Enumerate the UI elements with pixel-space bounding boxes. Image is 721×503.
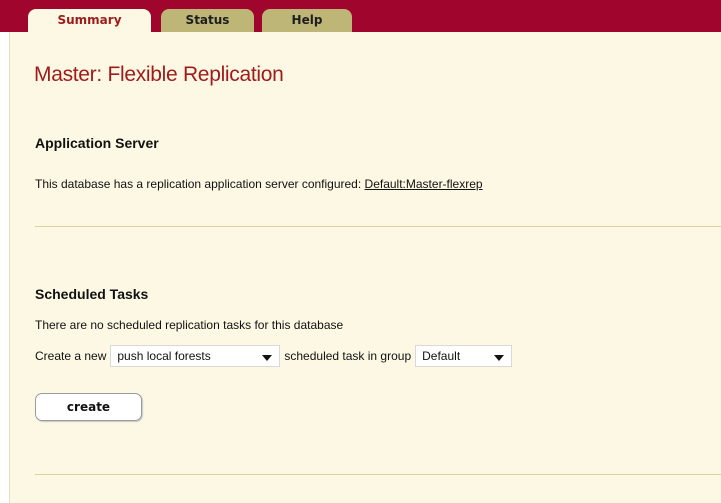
tab-status[interactable]: Status xyxy=(161,9,254,32)
chevron-down-icon xyxy=(262,354,273,361)
create-task-row: Create a new push local forests schedule… xyxy=(35,343,516,368)
tab-bar: Summary Status Help xyxy=(0,0,721,34)
app-server-link[interactable]: Default:Master-flexrep xyxy=(365,177,483,191)
application-server-heading: Application Server xyxy=(35,135,159,151)
application-server-description: This database has a replication applicat… xyxy=(35,177,365,191)
tab-summary[interactable]: Summary xyxy=(28,9,151,34)
page-title: Master: Flexible Replication xyxy=(34,63,284,86)
tab-help[interactable]: Help xyxy=(262,9,352,32)
group-value: Default xyxy=(422,348,461,363)
application-server-text: This database has a replication applicat… xyxy=(35,177,483,191)
create-prefix-label: Create a new xyxy=(35,348,107,363)
chevron-down-icon xyxy=(494,354,505,361)
task-type-select[interactable]: push local forests xyxy=(110,344,281,367)
create-button[interactable]: create xyxy=(35,393,142,421)
page: Summary Status Help Master: Flexible Rep… xyxy=(0,0,721,503)
group-select[interactable]: Default xyxy=(415,344,513,367)
section-divider xyxy=(35,226,721,227)
no-tasks-message: There are no scheduled replication tasks… xyxy=(35,318,344,332)
section-divider xyxy=(35,474,721,475)
task-type-value: push local forests xyxy=(117,348,211,363)
task-group-label: scheduled task in group xyxy=(284,348,412,363)
left-border xyxy=(0,0,10,503)
scheduled-tasks-heading: Scheduled Tasks xyxy=(35,286,149,302)
